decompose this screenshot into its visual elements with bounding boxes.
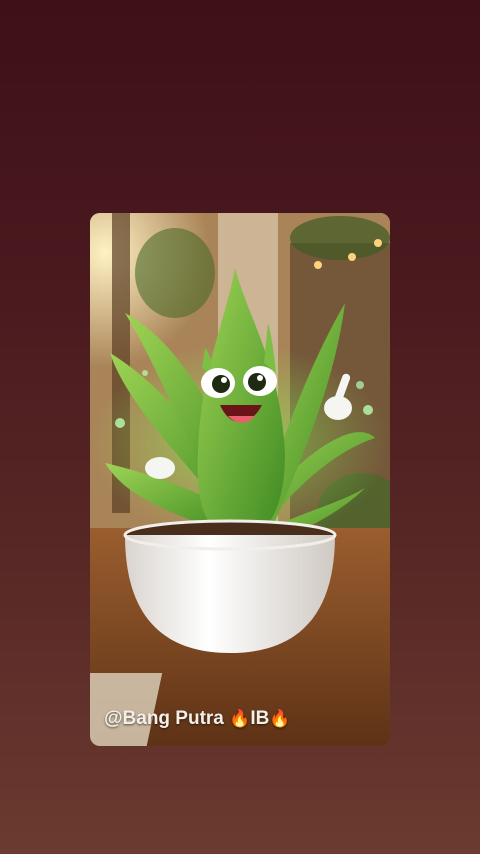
fire-icon: 🔥 — [269, 709, 291, 728]
fire-icon: 🔥 — [229, 709, 251, 728]
watermark: @Bang Putra 🔥IB🔥 — [104, 708, 291, 730]
watermark-handle: @Bang Putra — [104, 708, 224, 729]
aloe-vera-illustration — [90, 213, 390, 746]
watermark-suffix: IB — [250, 708, 270, 729]
video-frame[interactable]: @Bang Putra 🔥IB🔥 — [90, 213, 390, 746]
